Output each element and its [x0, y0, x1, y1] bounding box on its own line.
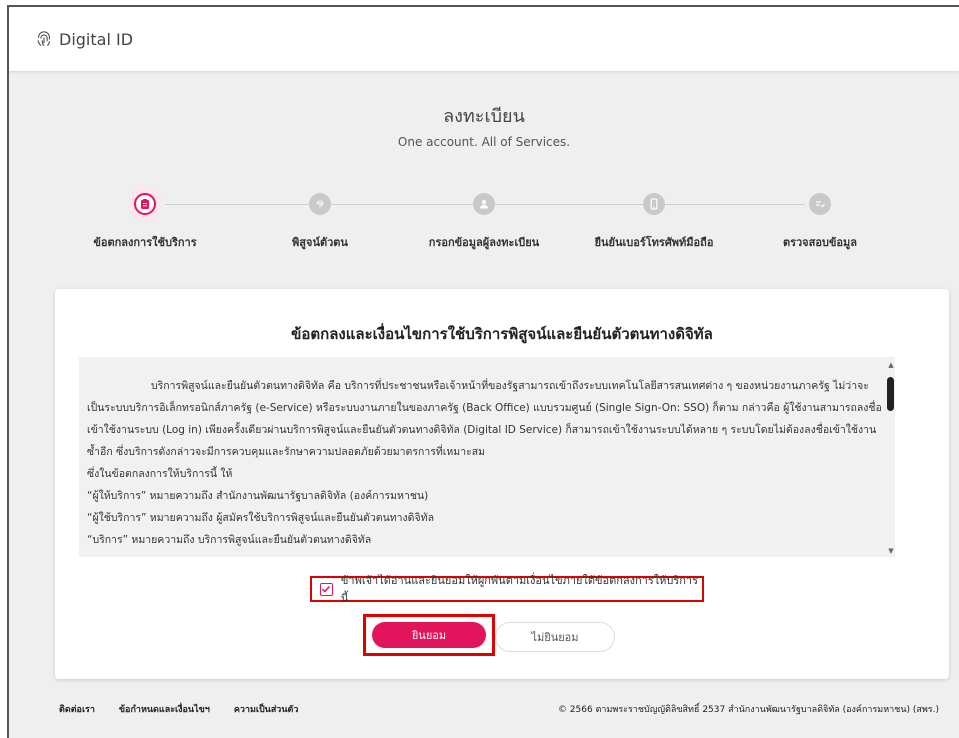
brand-text: Digital ID — [59, 29, 134, 49]
step-review: ตรวจสอบข้อมูล — [730, 187, 910, 251]
review-icon — [816, 201, 825, 208]
terms-line: ซึ่งในข้อตกลงการให้บริการนี้ ให้ — [87, 468, 233, 480]
agree-label: ข้าพเจ้าได้อ่านและยินยอมให้ผูกพันตามเงื่… — [340, 574, 699, 605]
footer-copyright: © 2566 ตามพระราชบัญญัติลิขสิทธิ์ 2537 สำ… — [557, 705, 939, 715]
step-verify-identity: พิสูจน์ตัวตน — [230, 187, 410, 251]
footer-link-terms[interactable]: ข้อกำหนดและเงื่อนไขฯ — [119, 702, 210, 716]
footer-link-contact[interactable]: ติดต่อเรา — [59, 702, 95, 716]
step-verify-phone: ยืนยันเบอร์โทรศัพท์มือถือ — [564, 187, 744, 251]
top-navbar: Digital ID — [9, 7, 959, 71]
terms-title: ข้อตกลงและเงื่อนไขการใช้บริการพิสูจน์และ… — [291, 325, 713, 343]
agree-checkbox-row[interactable]: ข้าพเจ้าได้อ่านและยินยอมให้ผูกพันตามเงื่… — [310, 574, 704, 605]
step-label-phone: ยืนยันเบอร์โทรศัพท์มือถือ — [594, 236, 714, 249]
user-icon — [480, 200, 488, 209]
clipboard-icon — [141, 199, 149, 209]
scroll-down-arrow-icon[interactable]: ▼ — [885, 547, 897, 555]
step-fill-info: กรอกข้อมูลผู้ลงทะเบียน — [394, 187, 574, 251]
fingerprint-icon — [316, 200, 324, 208]
checkmark-icon — [322, 585, 331, 593]
phone-icon — [650, 198, 658, 210]
terms-card: ข้อตกลงและเงื่อนไขการใช้บริการพิสูจน์และ… — [55, 289, 949, 679]
terms-line: “บริการ” หมายความถึง บริการพิสูจน์และยืน… — [87, 534, 372, 546]
accept-button-highlight: ยินยอม — [363, 614, 495, 656]
terms-line: “ผู้ให้บริการ” หมายความถึง สำนักงานพัฒนา… — [87, 490, 429, 502]
agree-checkbox[interactable] — [320, 582, 333, 596]
page-subtitle: One account. All of Services. — [397, 135, 571, 149]
accept-button[interactable]: ยินยอม — [372, 622, 486, 648]
step-label-fill-info: กรอกข้อมูลผู้ลงทะเบียน — [428, 236, 540, 249]
terms-scroll-area[interactable]: บริการพิสูจน์และยืนยันตัวตนทางดิจิทัล คื… — [79, 357, 895, 557]
footer-links: ติดต่อเรา ข้อกำหนดและเงื่อนไขฯ ความเป็นส… — [59, 702, 298, 716]
registration-stepper: ข้อตกลงการใช้บริการ พิสูจน์ตัวตน กรอกข้อ… — [9, 187, 959, 257]
page-title: ลงทะเบียน — [443, 106, 525, 127]
step-label-terms: ข้อตกลงการใช้บริการ — [93, 236, 197, 249]
terms-content: บริการพิสูจน์และยืนยันตัวตนทางดิจิทัล คื… — [87, 375, 882, 551]
step-label-review: ตรวจสอบข้อมูล — [782, 236, 858, 249]
terms-scrollbar[interactable]: ▲ ▼ — [885, 359, 897, 557]
footer-link-privacy[interactable]: ความเป็นส่วนตัว — [234, 702, 299, 716]
brand-logo[interactable]: Digital ID — [35, 30, 133, 49]
app-window: Digital ID ลงทะเบียน One account. All of… — [7, 5, 959, 738]
step-terms: ข้อตกลงการใช้บริการ — [55, 187, 235, 251]
fingerprint-icon — [37, 31, 50, 46]
scroll-up-arrow-icon[interactable]: ▲ — [885, 361, 897, 369]
step-label-verify: พิสูจน์ตัวตน — [292, 236, 348, 249]
footer: ติดต่อเรา ข้อกำหนดและเงื่อนไขฯ ความเป็นส… — [9, 702, 959, 722]
terms-paragraph: บริการพิสูจน์และยืนยันตัวตนทางดิจิทัล คื… — [87, 380, 882, 458]
decline-button[interactable]: ไม่ยินยอม — [495, 622, 615, 652]
scroll-thumb[interactable] — [887, 377, 894, 411]
terms-line: “ผู้ใช้บริการ” หมายความถึง ผู้สมัครใช้บร… — [87, 512, 435, 524]
